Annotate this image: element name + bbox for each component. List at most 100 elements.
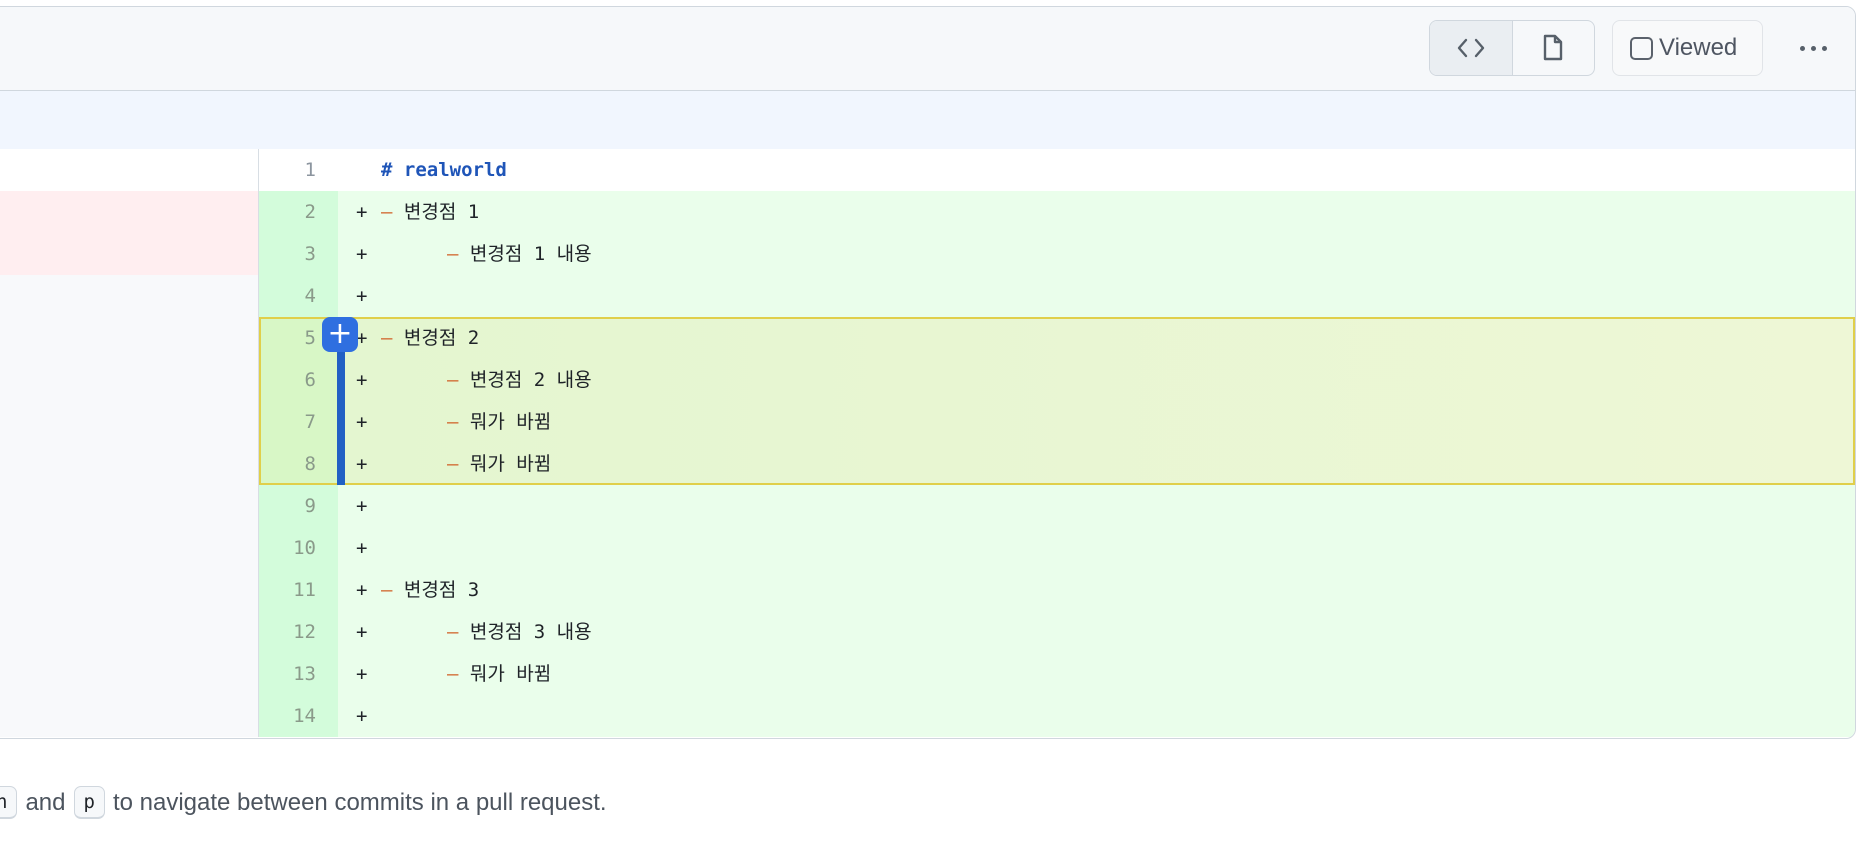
code-cell: + – 뭐가 바뀜	[338, 443, 1855, 485]
diff-marker: +	[356, 201, 368, 223]
diff-line: 12 + – 변경점 3 내용	[0, 611, 1855, 653]
old-side-cell	[0, 401, 259, 443]
key-n: n	[0, 786, 18, 819]
old-side-cell	[0, 149, 259, 191]
code-text: # realworld	[381, 159, 507, 181]
old-side-cell	[0, 527, 259, 569]
code-cell: + – 뭐가 바뀜	[338, 401, 1855, 443]
diff-line: 4 +	[0, 275, 1855, 317]
diff-line: 6 + – 변경점 2 내용	[0, 359, 1855, 401]
diff-marker: +	[356, 537, 368, 559]
dot-icon	[1810, 45, 1816, 51]
line-number[interactable]: 11	[259, 569, 338, 611]
list-dash: –	[447, 369, 459, 391]
old-side-cell	[0, 569, 259, 611]
add-comment-button[interactable]: +	[322, 317, 358, 352]
line-number[interactable]: 7	[259, 401, 338, 443]
hint-and: and	[25, 788, 66, 816]
file-icon	[1544, 34, 1563, 61]
code-cell: +	[338, 695, 1855, 737]
diff-line: 13 + – 뭐가 바뀜	[0, 653, 1855, 695]
code-icon	[1457, 38, 1484, 58]
more-options-button[interactable]	[1791, 35, 1835, 61]
old-side-cell	[0, 359, 259, 401]
code-text: 변경점 1	[403, 201, 480, 223]
diff-line: 11 + – 변경점 3	[0, 569, 1855, 611]
view-toggle	[1429, 20, 1595, 76]
key-p: p	[73, 786, 105, 819]
line-number[interactable]: 12	[259, 611, 338, 653]
line-number[interactable]: 8	[259, 443, 338, 485]
code-text: 변경점 3 내용	[469, 621, 592, 643]
old-side-cell	[0, 317, 259, 359]
line-number[interactable]: 6	[259, 359, 338, 401]
code-cell: + – 변경점 3 내용	[338, 611, 1855, 653]
diff-line: 8 + – 뭐가 바뀜	[0, 443, 1855, 485]
code-text: 변경점 2 내용	[469, 369, 592, 391]
line-number[interactable]: 13	[259, 653, 338, 695]
code-cell: + – 변경점 3	[338, 569, 1855, 611]
hint-text: to navigate between commits in a pull re…	[112, 788, 607, 816]
checkbox-icon	[1630, 36, 1653, 60]
diff-file: Viewed 1 # realworld 2 + – 변경점 1 3 + – 변경점…	[0, 6, 1856, 739]
line-number[interactable]: 2	[259, 191, 338, 233]
code-cell: +	[338, 275, 1855, 317]
diff-line: 10 +	[0, 527, 1855, 569]
hunk-header[interactable]	[0, 91, 1855, 149]
list-dash: –	[447, 663, 459, 685]
file-view-button[interactable]	[1513, 21, 1595, 75]
code-cell: # realworld	[338, 149, 1855, 191]
old-side-cell	[0, 275, 259, 317]
list-dash: –	[381, 579, 393, 601]
diff-line: 2 + – 변경점 1	[0, 191, 1855, 233]
diff-line: 9 +	[0, 485, 1855, 527]
dot-icon	[1799, 45, 1805, 51]
code-text: 뭐가 바뀜	[469, 453, 552, 475]
viewed-checkbox[interactable]: Viewed	[1612, 20, 1763, 76]
diff-marker: +	[356, 243, 368, 265]
code-text: 변경점 2	[403, 327, 480, 349]
dot-icon	[1821, 45, 1827, 51]
line-number[interactable]: 4	[259, 275, 338, 317]
list-dash: –	[381, 327, 393, 349]
line-number[interactable]: 10	[259, 527, 338, 569]
list-dash: –	[447, 243, 459, 265]
code-cell: + – 변경점 2 내용	[338, 359, 1855, 401]
diff-lines: 1 # realworld 2 + – 변경점 1 3 + – 변경점 1 내용 4…	[0, 149, 1855, 737]
code-text: 뭐가 바뀜	[469, 663, 552, 685]
list-dash: –	[381, 201, 393, 223]
old-side-cell	[0, 485, 259, 527]
code-text: 변경점 3	[403, 579, 480, 601]
diff-line: 14 +	[0, 695, 1855, 737]
shortcut-hint: n and p to navigate between commits in a…	[0, 786, 607, 819]
old-side-cell	[0, 443, 259, 485]
line-number[interactable]: 9	[259, 485, 338, 527]
old-side-cell	[0, 611, 259, 653]
diff-line: 5 + – 변경점 2	[0, 317, 1855, 359]
code-view-button[interactable]	[1430, 21, 1513, 75]
diff-marker: +	[356, 579, 368, 601]
code-cell: + – 변경점 1 내용	[338, 233, 1855, 275]
line-number[interactable]: 3	[259, 233, 338, 275]
old-side-cell	[0, 191, 259, 233]
code-cell: + – 변경점 2	[338, 317, 1855, 359]
viewed-label: Viewed	[1659, 34, 1738, 61]
line-number[interactable]: 14	[259, 695, 338, 737]
diff-line: 3 + – 변경점 1 내용	[0, 233, 1855, 275]
code-cell: +	[338, 485, 1855, 527]
line-number[interactable]: 1	[259, 149, 338, 191]
code-cell: +	[338, 527, 1855, 569]
code-cell: + – 뭐가 바뀜	[338, 653, 1855, 695]
diff-line: 7 + – 뭐가 바뀜	[0, 401, 1855, 443]
old-side-cell	[0, 695, 259, 737]
code-text: 변경점 1 내용	[469, 243, 592, 265]
code-cell: + – 변경점 1	[338, 191, 1855, 233]
diff-marker: +	[356, 621, 368, 643]
diff-line: 1 # realworld	[0, 149, 1855, 191]
list-dash: –	[447, 453, 459, 475]
code-text: 뭐가 바뀜	[469, 411, 552, 433]
old-side-cell	[0, 233, 259, 275]
list-dash: –	[447, 621, 459, 643]
diff-marker: +	[356, 495, 368, 517]
old-side-cell	[0, 653, 259, 695]
